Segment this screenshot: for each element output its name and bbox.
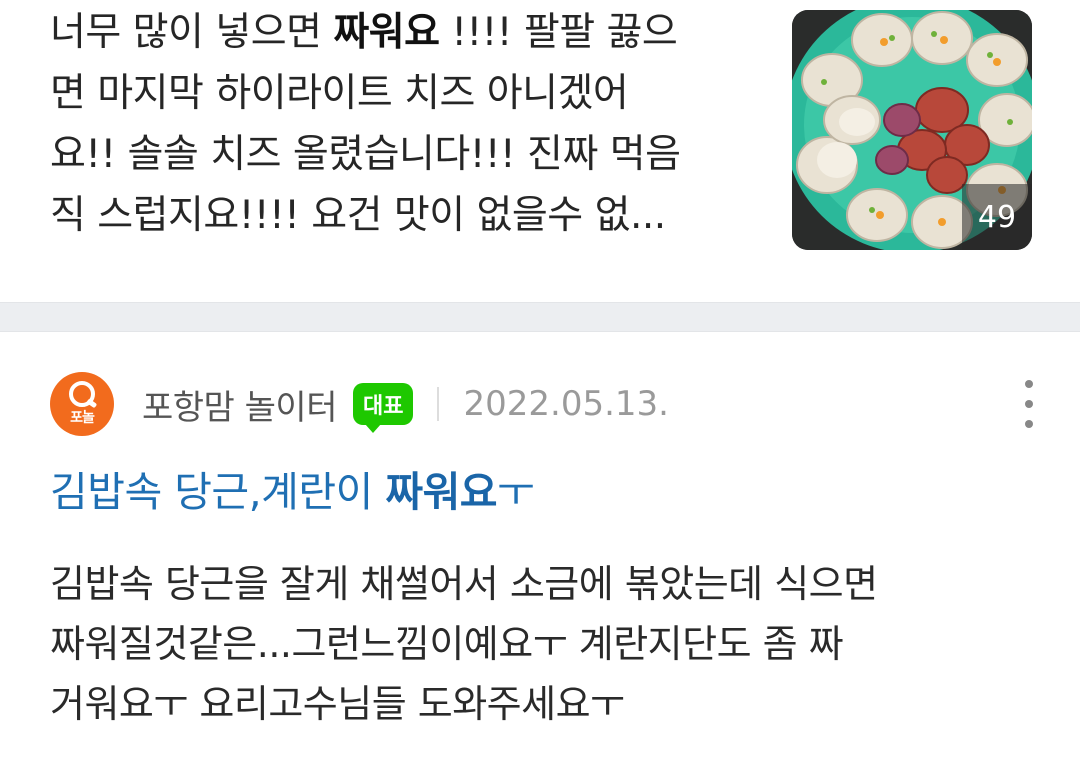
snippet-line: 직 스럽지요!!!! 요건 맛이 없을수 없... — [50, 193, 666, 238]
result-snippet[interactable]: 너무 많이 넣으면 짜워요 !!!! 팔팔 끓으 면 마지막 하이라이트 치즈 … — [50, 2, 750, 246]
more-dot — [1025, 400, 1033, 408]
more-dot — [1025, 420, 1033, 428]
meta-separator — [437, 387, 440, 421]
cafe-avatar[interactable]: 포놀 — [50, 372, 114, 436]
post-title-link[interactable]: 김밥속 당근,계란이 짜워요ㅜ — [50, 464, 535, 520]
keyword-highlight: 짜워요 — [385, 468, 498, 516]
snippet-line: 너무 많이 넣으면 짜워요 !!!! 팔팔 끓으 — [50, 10, 678, 55]
snippet-line: 거워요ㅜ 요리고수님들 도와주세요ㅜ — [50, 682, 625, 726]
post-snippet[interactable]: 김밥속 당근을 잘게 채썰어서 소금에 볶았는데 식으면 짜워질것같은...그런… — [50, 554, 1050, 734]
photo-count-badge: 49 — [962, 184, 1032, 250]
keyword-highlight: 짜워요 — [333, 10, 440, 55]
search-result-card[interactable]: 포놀 포항맘 놀이터 대표 2022.05.13. 김밥속 당근,계란이 짜워요… — [0, 332, 1080, 773]
snippet-line: 면 마지막 하이라이트 치즈 아니겠어 — [50, 71, 629, 116]
section-divider — [0, 302, 1080, 332]
post-date: 2022.05.13. — [463, 384, 669, 424]
representative-badge: 대표 — [353, 383, 414, 433]
more-vertical-icon[interactable] — [1014, 376, 1044, 432]
snippet-line: 김밥속 당근을 잘게 채썰어서 소금에 볶았는데 식으면 — [50, 562, 878, 606]
snippet-line: 요!! 솔솔 치즈 올렸습니다!!! 진짜 먹음 — [50, 132, 681, 177]
result-meta: 포놀 포항맘 놀이터 대표 2022.05.13. — [50, 372, 669, 436]
more-dot — [1025, 380, 1033, 388]
snippet-line: 짜워질것같은...그런느낌이예요ㅜ 계란지단도 좀 짜 — [50, 622, 844, 666]
result-thumbnail[interactable]: 49 — [792, 10, 1032, 250]
search-result-card-previous[interactable]: 너무 많이 넣으면 짜워요 !!!! 팔팔 끓으 면 마지막 하이라이트 치즈 … — [0, 0, 1080, 302]
cafe-name[interactable]: 포항맘 놀이터 — [142, 380, 338, 429]
cafe-avatar-text: 포놀 — [70, 410, 95, 426]
